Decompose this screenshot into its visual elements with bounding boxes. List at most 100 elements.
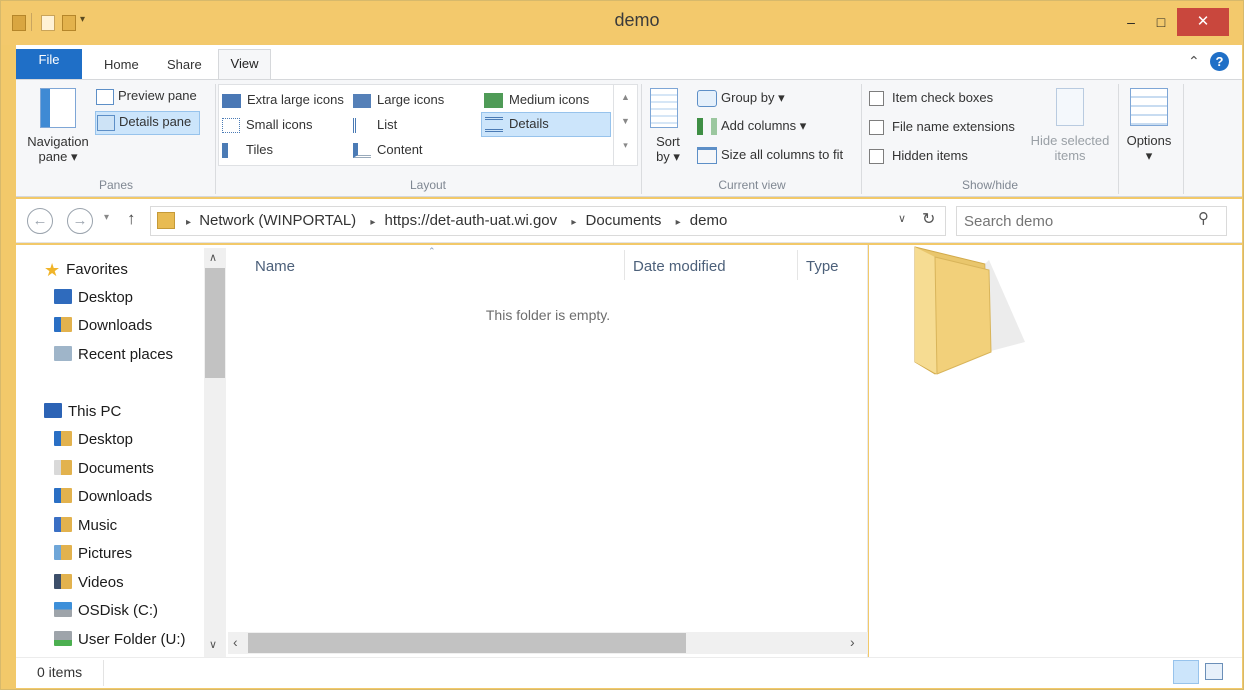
status-bar	[16, 657, 1242, 688]
hide-selected-label-2: items	[1054, 148, 1086, 163]
nav-item-recent-places[interactable]: Recent places	[54, 346, 173, 363]
file-list-scroll-thumb[interactable]	[248, 633, 686, 653]
item-check-boxes-toggle[interactable]: Item check boxes	[869, 90, 993, 107]
large-icons-button[interactable]: Large icons	[353, 92, 444, 108]
size-columns-icon	[697, 147, 717, 165]
search-input[interactable]	[962, 210, 1182, 232]
column-header-date-modified[interactable]: Date modified	[633, 258, 726, 275]
small-icons-icon	[222, 118, 240, 134]
list-icon	[353, 118, 371, 134]
nav-item-videos[interactable]: Videos	[54, 574, 124, 591]
breadcrumb-separator-icon[interactable]: ▸	[370, 217, 375, 228]
nav-item-label: Downloads	[78, 317, 153, 334]
column-header-type[interactable]: Type	[806, 258, 839, 275]
nav-item-label: OSDisk (C:)	[78, 602, 158, 619]
preview-pane-icon	[96, 88, 114, 105]
tiles-button[interactable]: Tiles	[222, 142, 273, 159]
scroll-right-icon[interactable]: ›	[850, 634, 855, 650]
tab-home[interactable]: Home	[96, 53, 147, 76]
file-name-extensions-toggle[interactable]: File name extensions	[869, 119, 1015, 136]
nav-pane-scroll-thumb[interactable]	[205, 268, 225, 378]
preview-pane-button[interactable]: Preview pane	[96, 88, 197, 105]
search-icon[interactable]: ⚲	[1198, 209, 1209, 227]
refresh-icon[interactable]: ↻	[922, 209, 935, 229]
star-icon: ★	[44, 260, 61, 280]
show-hide-group-label: Show/hide	[961, 178, 1019, 192]
collapse-ribbon-icon[interactable]: ⌃	[1188, 53, 1200, 70]
nav-item-label: Pictures	[78, 545, 133, 562]
scroll-up-icon[interactable]: ∧	[209, 251, 217, 264]
back-button[interactable]: ←	[27, 208, 53, 234]
details-pane-button[interactable]: Details pane	[95, 111, 200, 135]
tab-share[interactable]: Share	[159, 53, 210, 76]
medium-icons-icon	[484, 93, 503, 109]
navigation-pane-button[interactable]: Navigation pane ▾	[24, 134, 92, 165]
recent-locations-icon[interactable]: ▾	[104, 212, 109, 223]
close-button[interactable]: ✕	[1177, 8, 1229, 36]
nav-item-pictures[interactable]: Pictures	[54, 545, 132, 562]
breadcrumb-separator-icon[interactable]: ▸	[676, 217, 681, 228]
medium-icons-button[interactable]: Medium icons	[484, 92, 590, 109]
scroll-down-icon[interactable]: ∨	[209, 638, 217, 651]
extra-large-icons-button[interactable]: Extra large icons	[222, 92, 344, 108]
folder-icon	[157, 212, 175, 229]
size-all-columns-button[interactable]: Size all columns to fit	[697, 147, 843, 165]
file-name-extensions-label: File name extensions	[892, 119, 1015, 134]
nav-item-label: User Folder (U:)	[78, 631, 186, 648]
nav-item-documents[interactable]: Documents	[54, 460, 154, 477]
pictures-icon	[54, 545, 72, 560]
nav-item-desktop[interactable]: Desktop	[54, 431, 133, 448]
options-button[interactable]: Options ▾	[1122, 133, 1176, 164]
nav-this-pc[interactable]: This PC	[44, 403, 121, 420]
address-history-dropdown-icon[interactable]: ∨	[898, 212, 906, 225]
details-view-icon[interactable]	[1173, 660, 1199, 684]
column-header-name[interactable]: Name	[255, 258, 295, 275]
scroll-left-icon[interactable]: ‹	[233, 634, 238, 650]
breadcrumb-server[interactable]: https://det-auth-uat.wi.gov	[385, 212, 558, 229]
details-button[interactable]: Details	[481, 112, 611, 137]
minimize-button[interactable]: –	[1116, 10, 1146, 34]
divider	[1118, 84, 1119, 194]
layout-gallery-scroll[interactable]: ▲ ▼ ▾	[613, 85, 637, 165]
large-icons-view-icon[interactable]	[1205, 663, 1223, 680]
tab-view[interactable]: View	[218, 49, 271, 80]
help-icon[interactable]: ?	[1210, 52, 1229, 71]
breadcrumb-documents[interactable]: Documents	[586, 212, 662, 229]
divider	[1183, 84, 1184, 194]
sort-by-button[interactable]: Sort by ▾	[648, 134, 688, 165]
details-icon	[485, 117, 503, 133]
list-button[interactable]: List	[353, 117, 397, 134]
up-button[interactable]: ↑	[127, 209, 136, 229]
item-check-boxes-checkbox[interactable]	[869, 91, 884, 107]
small-icons-button[interactable]: Small icons	[222, 117, 312, 134]
group-by-button[interactable]: Group by ▾	[697, 90, 785, 108]
extra-large-icons-icon	[222, 93, 241, 108]
medium-icons-label: Medium icons	[509, 92, 590, 107]
nav-item-user-folder[interactable]: User Folder (U:)	[54, 631, 186, 648]
add-columns-icon	[697, 118, 717, 136]
breadcrumb-network[interactable]: Network (WINPORTAL)	[199, 212, 356, 229]
add-columns-label: Add columns ▾	[721, 118, 807, 133]
maximize-button[interactable]: □	[1146, 10, 1176, 34]
hidden-items-checkbox[interactable]	[869, 149, 884, 165]
nav-item-downloads[interactable]: Downloads	[54, 488, 152, 505]
add-columns-button[interactable]: Add columns ▾	[697, 118, 807, 136]
content-button[interactable]: Content	[353, 142, 423, 159]
nav-item-label: Downloads	[78, 488, 153, 505]
ribbon-tab-bar: File Home Share View ⌃ ?	[16, 45, 1242, 80]
nav-item-favorites-downloads[interactable]: Downloads	[54, 317, 152, 334]
window-title: demo	[614, 10, 660, 30]
large-folder-icon	[914, 246, 1025, 375]
hide-selected-items-button[interactable]: Hide selected items	[1026, 133, 1114, 163]
breadcrumb-separator-icon[interactable]: ▸	[186, 217, 191, 228]
forward-button[interactable]: →	[67, 208, 93, 234]
nav-item-music[interactable]: Music	[54, 517, 117, 534]
nav-item-osdisk[interactable]: OSDisk (C:)	[54, 602, 158, 619]
nav-favorites[interactable]: ★ Favorites	[44, 260, 128, 281]
breadcrumb-separator-icon[interactable]: ▸	[571, 217, 576, 228]
file-name-extensions-checkbox[interactable]	[869, 120, 884, 136]
nav-item-favorites-desktop[interactable]: Desktop	[54, 289, 133, 306]
hidden-items-toggle[interactable]: Hidden items	[869, 148, 968, 165]
breadcrumb-demo[interactable]: demo	[690, 212, 728, 229]
tab-file[interactable]: File	[16, 49, 82, 79]
